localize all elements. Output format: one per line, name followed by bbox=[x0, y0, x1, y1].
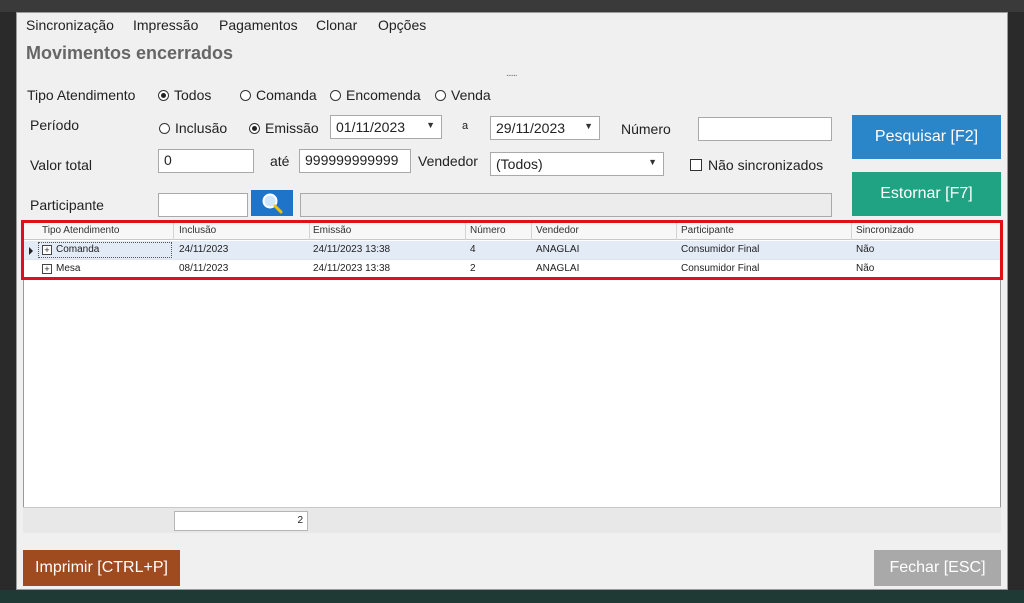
radio-inclusao[interactable]: Inclusão bbox=[159, 120, 227, 136]
participante-name-field bbox=[300, 193, 832, 217]
cell-inclusao[interactable]: 08/11/2023 bbox=[179, 263, 228, 274]
menu-opcoes[interactable]: Opções bbox=[378, 17, 426, 33]
vendedor-value: (Todos) bbox=[496, 156, 543, 172]
expand-row-icon[interactable]: + bbox=[42, 245, 52, 255]
radio-encomenda-indicator bbox=[330, 89, 341, 101]
radio-todos[interactable]: Todos bbox=[158, 87, 211, 103]
cell-emissao[interactable]: 24/11/2023 13:38 bbox=[313, 263, 390, 274]
fechar-button[interactable]: Fechar [ESC] bbox=[874, 550, 1001, 586]
numero-label: Número bbox=[621, 121, 671, 137]
radio-venda-indicator bbox=[435, 89, 446, 101]
radio-comanda[interactable]: Comanda bbox=[240, 87, 317, 103]
radio-encomenda-label: Encomenda bbox=[346, 87, 421, 103]
cell-sincronizado[interactable]: Não bbox=[856, 263, 874, 274]
cell-vendedor[interactable]: ANAGLAI bbox=[536, 263, 579, 274]
menu-pagamentos[interactable]: Pagamentos bbox=[219, 17, 298, 33]
cell-tipo[interactable]: Mesa bbox=[56, 263, 80, 274]
radio-comanda-label: Comanda bbox=[256, 87, 317, 103]
valor-total-ate-label: até bbox=[270, 153, 290, 169]
menu-impressao[interactable]: Impressão bbox=[133, 17, 198, 33]
participante-search-button[interactable] bbox=[251, 190, 293, 216]
column-separator[interactable] bbox=[851, 221, 852, 240]
radio-inclusao-indicator bbox=[159, 122, 170, 134]
table-row[interactable]: + Comanda 24/11/2023 24/11/2023 13:38 4 … bbox=[24, 241, 1000, 260]
cell-vendedor[interactable]: ANAGLAI bbox=[536, 244, 579, 255]
movimentos-window: Sincronização Impressão Pagamentos Clona… bbox=[16, 12, 1008, 590]
vendedor-label: Vendedor bbox=[418, 153, 478, 169]
cell-tipo[interactable]: Comanda bbox=[56, 244, 99, 255]
periodo-to-date[interactable]: 29/11/2023 ▼ bbox=[490, 116, 600, 140]
col-participante[interactable]: Participante bbox=[681, 225, 734, 236]
magnifier-icon bbox=[262, 193, 283, 214]
valor-total-from[interactable]: 0 bbox=[158, 149, 254, 173]
cell-participante[interactable]: Consumidor Final bbox=[681, 244, 759, 255]
menu-sincronizacao[interactable]: Sincronização bbox=[26, 17, 114, 33]
background-taskbar bbox=[0, 590, 1024, 603]
splitter-grip[interactable]: ...... bbox=[506, 68, 518, 79]
cell-emissao[interactable]: 24/11/2023 13:38 bbox=[313, 244, 390, 255]
column-separator[interactable] bbox=[676, 221, 677, 240]
cell-numero[interactable]: 4 bbox=[470, 244, 476, 255]
column-separator[interactable] bbox=[309, 221, 310, 240]
dropdown-arrow-icon[interactable]: ▼ bbox=[648, 157, 657, 167]
radio-todos-label: Todos bbox=[174, 87, 212, 103]
periodo-to-label: a bbox=[462, 120, 469, 132]
cell-participante[interactable]: Consumidor Final bbox=[681, 263, 759, 274]
menu-clonar[interactable]: Clonar bbox=[316, 17, 357, 33]
radio-emissao-label: Emissão bbox=[265, 120, 319, 136]
pesquisar-button[interactable]: Pesquisar [F2] bbox=[852, 115, 1001, 159]
participante-label: Participante bbox=[30, 197, 104, 213]
valor-total-to[interactable]: 999999999999 bbox=[299, 149, 411, 173]
periodo-from-value: 01/11/2023 bbox=[336, 119, 406, 135]
radio-venda[interactable]: Venda bbox=[435, 87, 491, 103]
grid-footer: 2 bbox=[23, 507, 1001, 533]
dropdown-arrow-icon[interactable]: ▼ bbox=[584, 121, 593, 131]
expand-row-icon[interactable]: + bbox=[42, 264, 52, 274]
radio-todos-indicator bbox=[158, 89, 169, 101]
radio-inclusao-label: Inclusão bbox=[175, 120, 228, 136]
nao-sincronizados-label: Não sincronizados bbox=[708, 157, 824, 173]
participante-code-input[interactable] bbox=[158, 193, 248, 217]
col-tipo-atendimento[interactable]: Tipo Atendimento bbox=[42, 225, 119, 236]
current-row-indicator-icon bbox=[29, 247, 33, 255]
grid-header: Tipo Atendimento Inclusão Emissão Número… bbox=[24, 221, 1000, 240]
table-row[interactable]: + Mesa 08/11/2023 24/11/2023 13:38 2 ANA… bbox=[24, 260, 1000, 279]
column-separator[interactable] bbox=[531, 221, 532, 240]
cell-sincronizado[interactable]: Não bbox=[856, 244, 874, 255]
col-vendedor[interactable]: Vendedor bbox=[536, 225, 579, 236]
radio-comanda-indicator bbox=[240, 89, 251, 101]
cell-inclusao[interactable]: 24/11/2023 bbox=[179, 244, 228, 255]
periodo-to-value: 29/11/2023 bbox=[496, 120, 566, 136]
imprimir-button[interactable]: Imprimir [CTRL+P] bbox=[23, 550, 180, 586]
col-numero[interactable]: Número bbox=[470, 225, 506, 236]
background-app-strip bbox=[0, 0, 1024, 12]
column-separator[interactable] bbox=[465, 221, 466, 240]
vendedor-select[interactable]: (Todos) ▼ bbox=[490, 152, 664, 176]
tipo-atendimento-label: Tipo Atendimento bbox=[27, 87, 136, 103]
col-inclusao[interactable]: Inclusão bbox=[179, 225, 216, 236]
periodo-label: Período bbox=[30, 117, 80, 133]
nao-sincronizados-checkbox[interactable]: Não sincronizados bbox=[690, 157, 823, 173]
page-title: Movimentos encerrados bbox=[26, 43, 234, 63]
cell-numero[interactable]: 2 bbox=[470, 263, 476, 274]
movimentos-grid: Tipo Atendimento Inclusão Emissão Número… bbox=[23, 220, 1001, 533]
radio-encomenda[interactable]: Encomenda bbox=[330, 87, 421, 103]
periodo-from-date[interactable]: 01/11/2023 ▼ bbox=[330, 115, 442, 139]
radio-emissao-indicator bbox=[249, 122, 260, 134]
estornar-button[interactable]: Estornar [F7] bbox=[852, 172, 1001, 216]
dropdown-arrow-icon[interactable]: ▼ bbox=[426, 120, 435, 130]
col-sincronizado[interactable]: Sincronizado bbox=[856, 225, 914, 236]
menu-bar: Sincronização Impressão Pagamentos Clona… bbox=[17, 13, 1007, 37]
radio-venda-label: Venda bbox=[451, 87, 491, 103]
col-emissao[interactable]: Emissão bbox=[313, 225, 351, 236]
row-count-summary: 2 bbox=[174, 511, 308, 531]
column-separator[interactable] bbox=[173, 221, 174, 240]
radio-emissao[interactable]: Emissão bbox=[249, 120, 319, 136]
valor-total-label: Valor total bbox=[30, 157, 92, 173]
numero-input[interactable] bbox=[698, 117, 832, 141]
checkbox-indicator bbox=[690, 159, 702, 171]
